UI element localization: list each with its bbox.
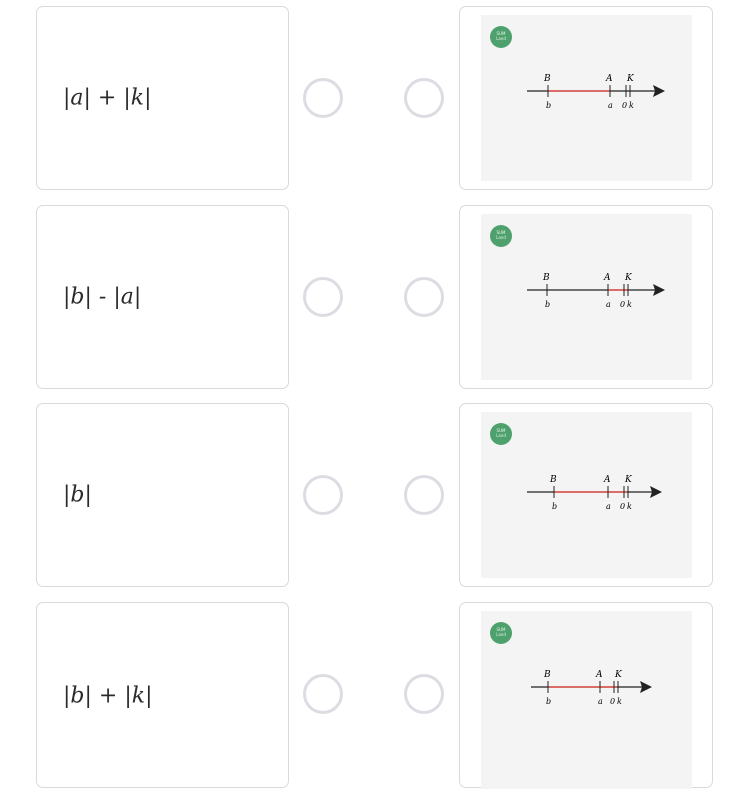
- label-zero: 0: [620, 300, 625, 309]
- match-row-3: |b| SUM Land B A K b a 0 k: [0, 403, 750, 589]
- label-A: A: [595, 670, 603, 680]
- right-radio-4[interactable]: [404, 674, 444, 714]
- left-radio-3[interactable]: [303, 475, 343, 515]
- expression-text: |a| + |k|: [63, 85, 152, 111]
- label-a: a: [598, 697, 603, 706]
- expression-card-4[interactable]: |b| + |k|: [36, 602, 289, 788]
- diagram-card-3[interactable]: SUM Land B A K b a 0 k: [459, 403, 713, 587]
- left-radio-4[interactable]: [303, 674, 343, 714]
- number-line-diagram: SUM Land B A K b a 0 k: [481, 214, 692, 380]
- label-K: K: [624, 273, 633, 283]
- label-zero: 0: [610, 697, 615, 706]
- match-row-1: |a| + |k| SUM Land B A K b a 0 k: [0, 6, 750, 192]
- label-B: B: [543, 74, 551, 84]
- expression-card-2[interactable]: |b| - |a|: [36, 205, 289, 389]
- expression-card-3[interactable]: |b|: [36, 403, 289, 587]
- number-line-diagram: SUM Land B A K b a 0 k: [481, 611, 692, 789]
- label-zero: 0: [622, 101, 627, 110]
- number-line-svg: B A K b a 0 k: [527, 74, 665, 110]
- expression-card-1[interactable]: |a| + |k|: [36, 6, 289, 190]
- right-radio-2[interactable]: [404, 277, 444, 317]
- left-radio-1[interactable]: [303, 78, 343, 118]
- label-B: B: [542, 273, 550, 283]
- label-b: b: [546, 101, 551, 110]
- label-zero: 0: [620, 502, 625, 511]
- label-B: B: [543, 670, 551, 680]
- label-k: k: [627, 300, 632, 309]
- number-line-svg: B A K b a 0 k: [527, 475, 662, 511]
- label-B: B: [549, 475, 557, 485]
- match-row-2: |b| - |a| SUM Land B A K b a 0 k: [0, 205, 750, 391]
- label-a: a: [608, 101, 613, 110]
- number-line-diagram: SUM Land B A K b a 0 k: [481, 412, 692, 578]
- label-b: b: [552, 502, 557, 511]
- diagram-card-4[interactable]: SUM Land B A K b a 0 k: [459, 602, 713, 789]
- diagram-card-1[interactable]: SUM Land B A K b a 0 k: [459, 6, 713, 190]
- label-k: k: [627, 502, 632, 511]
- number-line-diagram: SUM Land B A K b a 0 k: [481, 15, 692, 181]
- label-a: a: [606, 502, 611, 511]
- label-A: A: [603, 475, 611, 485]
- right-radio-1[interactable]: [404, 78, 444, 118]
- label-A: A: [605, 74, 613, 84]
- diagram-card-2[interactable]: SUM Land B A K b a 0 k: [459, 205, 713, 389]
- label-a: a: [606, 300, 611, 309]
- match-row-4: |b| + |k| SUM Land B A K b a 0 k: [0, 602, 750, 789]
- expression-text: |b|: [63, 482, 92, 508]
- right-radio-3[interactable]: [404, 475, 444, 515]
- label-K: K: [614, 670, 623, 680]
- label-A: A: [603, 273, 611, 283]
- label-k: k: [617, 697, 622, 706]
- expression-text: |b| - |a|: [63, 284, 142, 310]
- label-K: K: [626, 74, 635, 84]
- left-radio-2[interactable]: [303, 277, 343, 317]
- expression-text: |b| + |k|: [63, 683, 153, 709]
- label-k: k: [629, 101, 634, 110]
- label-b: b: [546, 697, 551, 706]
- number-line-svg: B A K b a 0 k: [527, 273, 665, 309]
- label-b: b: [545, 300, 550, 309]
- number-line-svg: B A K b a 0 k: [531, 670, 652, 706]
- label-K: K: [624, 475, 633, 485]
